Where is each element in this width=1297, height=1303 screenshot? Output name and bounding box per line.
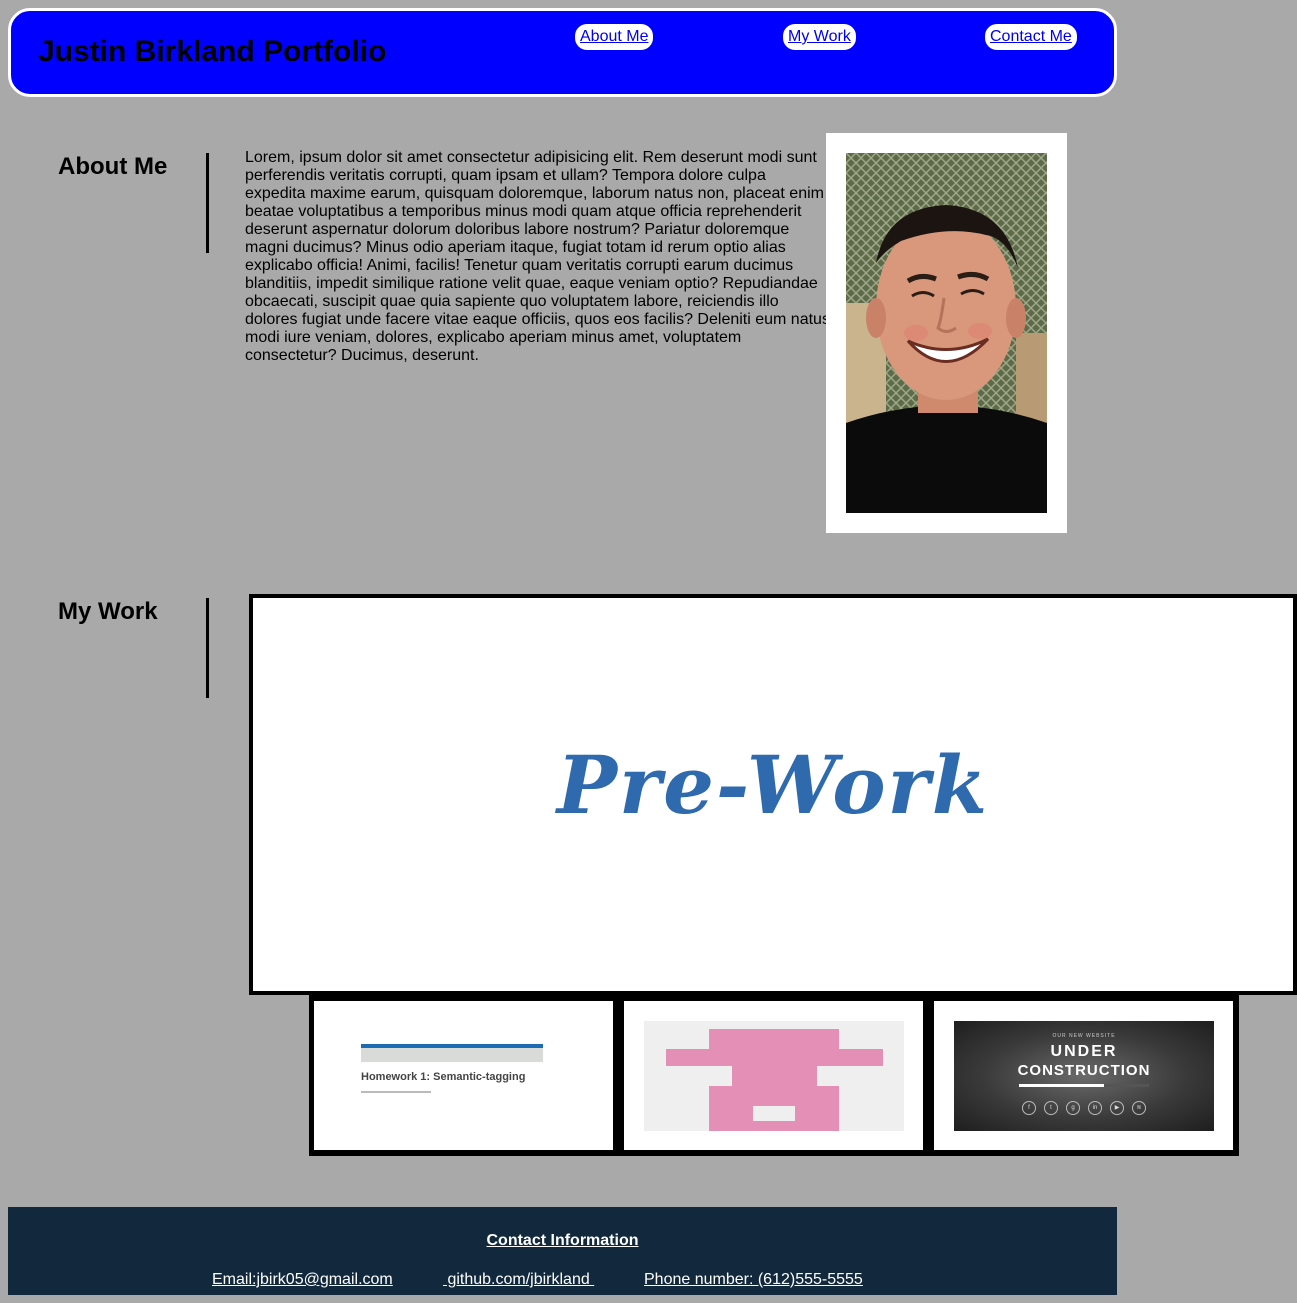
youtube-icon: ▶ [1110,1101,1124,1115]
project-thumbnail-homework[interactable]: Homework 1: Semantic-tagging [314,1001,613,1150]
under-construction-line-2: CONSTRUCTION [1017,1062,1151,1079]
email-link[interactable]: Email:jbirk05@gmail.com [212,1271,393,1289]
about-text: Lorem, ipsum dolor sit amet consectetur … [245,149,830,364]
homework-subtitle-line [361,1091,431,1093]
about-heading: About Me [58,153,168,180]
project-thumbnail-under-construction[interactable]: OUR NEW WEBSITE UNDER CONSTRUCTION f t g in… [934,1001,1233,1150]
nav-link-my-work[interactable]: My Work [783,24,856,50]
work-heading: My Work [58,598,158,625]
linkedin-icon: in [1088,1101,1102,1115]
homework-title: Homework 1: Semantic-tagging [361,1071,526,1083]
about-divider [206,153,209,253]
contact-heading: Contact Information [486,1232,639,1249]
site-title: Justin Birkland Portfolio [38,35,387,68]
google-plus-icon: g [1066,1101,1080,1115]
profile-photo-frame [826,133,1067,533]
project-thumbnail-pink[interactable] [624,1001,923,1150]
under-construction-progress [1019,1084,1149,1087]
social-icons: f t g in ▶ ≋ [954,1101,1214,1115]
site-header: Justin Birkland Portfolio About Me My Wo… [8,8,1117,97]
phone-link[interactable]: Phone number: (612)555-5555 [644,1271,863,1289]
profile-photo [846,153,1047,513]
homework-header-band [361,1048,543,1062]
site-footer: Contact Information Email:jbirk05@gmail.… [8,1207,1117,1295]
facebook-icon: f [1022,1101,1036,1115]
nav-link-about-me[interactable]: About Me [575,24,654,50]
featured-project-prework[interactable]: Pre-Work [249,594,1297,995]
github-link[interactable]: github.com/jbirkland [443,1271,594,1289]
work-divider [206,598,209,698]
under-construction-line-1: UNDER [1050,1043,1118,1060]
rss-icon: ≋ [1132,1101,1146,1115]
under-construction-tagline: OUR NEW WEBSITE [1052,1033,1116,1039]
project-thumbnails: Homework 1: Semantic-tagging OUR NEW WEB… [309,995,1239,1156]
twitter-icon: t [1044,1101,1058,1115]
under-construction-banner: OUR NEW WEBSITE UNDER CONSTRUCTION f t g in… [954,1021,1214,1131]
pink-pixel-art [644,1021,904,1131]
progress-fill [1019,1084,1104,1087]
nav-link-contact-me[interactable]: Contact Me [985,24,1077,50]
prework-title: Pre-Work [556,738,990,832]
